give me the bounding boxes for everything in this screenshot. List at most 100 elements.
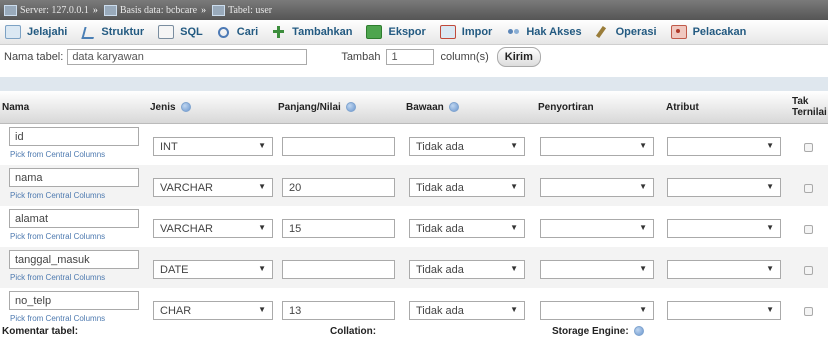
header-length: Panjang/Nilai bbox=[278, 91, 356, 123]
header-collation: Penyortiran bbox=[538, 91, 594, 123]
column-row: no_telp Pick from Central Columns CHAR ▼ … bbox=[0, 288, 828, 330]
tab-structure[interactable]: Struktur bbox=[76, 20, 153, 44]
table-icon bbox=[212, 4, 226, 16]
dropdown-arrow-icon: ▼ bbox=[258, 305, 266, 314]
column-name-input[interactable]: nama bbox=[9, 168, 139, 187]
breadcrumb-server[interactable]: Server: 127.0.0.1 bbox=[20, 5, 89, 16]
table-name-input[interactable]: data karyawan bbox=[67, 49, 308, 65]
tab-label: Operasi bbox=[615, 26, 657, 38]
operations-icon bbox=[596, 26, 610, 38]
null-checkbox[interactable] bbox=[804, 307, 813, 316]
header-type: Jenis bbox=[150, 91, 191, 123]
null-checkbox[interactable] bbox=[804, 225, 813, 234]
column-attribute-select[interactable]: ▼ bbox=[667, 260, 781, 279]
add-columns-label: Tambah bbox=[341, 51, 381, 63]
column-attribute-select[interactable]: ▼ bbox=[667, 137, 781, 156]
column-attribute-select[interactable]: ▼ bbox=[667, 178, 781, 197]
column-name-input[interactable]: id bbox=[9, 127, 139, 146]
header-name: Nama bbox=[2, 91, 29, 123]
column-type-select[interactable]: INT ▼ bbox=[153, 137, 273, 156]
tab-insert[interactable]: Tambahkan bbox=[267, 20, 361, 44]
structure-icon bbox=[81, 26, 95, 38]
table-name-form: Nama tabel: data karyawan Tambah 1 colum… bbox=[0, 44, 828, 70]
collation-label: Collation: bbox=[330, 325, 377, 337]
null-checkbox[interactable] bbox=[804, 184, 813, 193]
tab-import[interactable]: Impor bbox=[435, 20, 502, 44]
tab-browse[interactable]: Jelajahi bbox=[0, 20, 76, 44]
dropdown-arrow-icon: ▼ bbox=[766, 264, 774, 273]
dropdown-arrow-icon: ▼ bbox=[639, 264, 647, 273]
pick-central-columns-link[interactable]: Pick from Central Columns bbox=[10, 150, 105, 159]
tab-privileges[interactable]: Hak Akses bbox=[501, 20, 590, 44]
column-collation-select[interactable]: ▼ bbox=[540, 137, 654, 156]
column-type-select[interactable]: DATE ▼ bbox=[153, 260, 273, 279]
column-type-value: INT bbox=[160, 140, 178, 153]
column-collation-select[interactable]: ▼ bbox=[540, 178, 654, 197]
tab-sql[interactable]: SQL bbox=[153, 20, 212, 44]
dropdown-arrow-icon: ▼ bbox=[258, 141, 266, 150]
column-name-input[interactable]: no_telp bbox=[9, 291, 139, 310]
pick-central-columns-link[interactable]: Pick from Central Columns bbox=[10, 273, 105, 282]
table-comment-label: Komentar tabel: bbox=[2, 325, 79, 337]
column-attribute-select[interactable]: ▼ bbox=[667, 219, 781, 238]
column-name-input[interactable]: alamat bbox=[9, 209, 139, 228]
column-length-input[interactable] bbox=[282, 137, 395, 156]
tab-search[interactable]: Cari bbox=[212, 20, 267, 44]
column-length-input[interactable]: 20 bbox=[282, 178, 395, 197]
pick-central-columns-link[interactable]: Pick from Central Columns bbox=[10, 232, 105, 241]
column-length-input[interactable]: 15 bbox=[282, 219, 395, 238]
column-length-input[interactable]: 13 bbox=[282, 301, 395, 320]
column-type-select[interactable]: VARCHAR ▼ bbox=[153, 219, 273, 238]
column-type-value: VARCHAR bbox=[160, 181, 213, 194]
tab-label: Tambahkan bbox=[292, 26, 353, 38]
privileges-icon bbox=[506, 26, 520, 38]
column-default-select[interactable]: Tidak ada ▼ bbox=[409, 137, 525, 156]
column-length-input[interactable] bbox=[282, 260, 395, 279]
column-default-value: Tidak ada bbox=[416, 304, 464, 317]
export-icon bbox=[366, 25, 383, 39]
column-default-value: Tidak ada bbox=[416, 222, 464, 235]
header-attribute-label: Atribut bbox=[666, 101, 699, 113]
breadcrumb-table[interactable]: Tabel: user bbox=[228, 5, 272, 16]
null-checkbox[interactable] bbox=[804, 143, 813, 152]
header-attribute: Atribut bbox=[666, 91, 699, 123]
column-default-select[interactable]: Tidak ada ▼ bbox=[409, 178, 525, 197]
server-icon bbox=[4, 4, 17, 16]
breadcrumb-database[interactable]: Basis data: bcbcare bbox=[120, 5, 197, 16]
dropdown-arrow-icon: ▼ bbox=[639, 182, 647, 191]
add-columns-count-input[interactable]: 1 bbox=[386, 49, 435, 65]
column-attribute-select[interactable]: ▼ bbox=[667, 301, 781, 320]
dropdown-arrow-icon: ▼ bbox=[510, 141, 518, 150]
dropdown-arrow-icon: ▼ bbox=[639, 141, 647, 150]
column-default-select[interactable]: Tidak ada ▼ bbox=[409, 219, 525, 238]
column-collation-select[interactable]: ▼ bbox=[540, 260, 654, 279]
column-name-input[interactable]: tanggal_masuk bbox=[9, 250, 139, 269]
header-default-label: Bawaan bbox=[406, 101, 444, 113]
tab-export[interactable]: Ekspor bbox=[361, 20, 434, 44]
column-collation-select[interactable]: ▼ bbox=[540, 219, 654, 238]
dropdown-arrow-icon: ▼ bbox=[258, 264, 266, 273]
null-checkbox[interactable] bbox=[804, 266, 813, 275]
top-tab-bar: Jelajahi Struktur SQL Cari Tambahkan Eks… bbox=[0, 20, 828, 45]
column-type-select[interactable]: VARCHAR ▼ bbox=[153, 178, 273, 197]
column-default-select[interactable]: Tidak ada ▼ bbox=[409, 301, 525, 320]
help-icon[interactable] bbox=[345, 102, 356, 112]
breadcrumb: Server: 127.0.0.1 » Basis data: bcbcare … bbox=[0, 0, 828, 20]
header-collation-label: Penyortiran bbox=[538, 101, 594, 113]
help-icon[interactable] bbox=[448, 102, 459, 112]
columns-label: column(s) bbox=[440, 51, 489, 63]
column-collation-select[interactable]: ▼ bbox=[540, 301, 654, 320]
tab-operations[interactable]: Operasi bbox=[591, 20, 666, 44]
pick-central-columns-link[interactable]: Pick from Central Columns bbox=[10, 191, 105, 200]
help-icon[interactable] bbox=[180, 102, 191, 112]
header-null-label-line1: Tak bbox=[792, 96, 809, 107]
pick-central-columns-link[interactable]: Pick from Central Columns bbox=[10, 314, 105, 323]
submit-button[interactable]: Kirim bbox=[496, 47, 541, 67]
help-icon[interactable] bbox=[633, 326, 644, 336]
column-type-value: CHAR bbox=[160, 304, 192, 317]
import-icon bbox=[439, 25, 456, 39]
tab-tracking[interactable]: Pelacakan bbox=[666, 20, 756, 44]
dropdown-arrow-icon: ▼ bbox=[510, 305, 518, 314]
column-type-select[interactable]: CHAR ▼ bbox=[153, 301, 273, 320]
column-default-select[interactable]: Tidak ada ▼ bbox=[409, 260, 525, 279]
